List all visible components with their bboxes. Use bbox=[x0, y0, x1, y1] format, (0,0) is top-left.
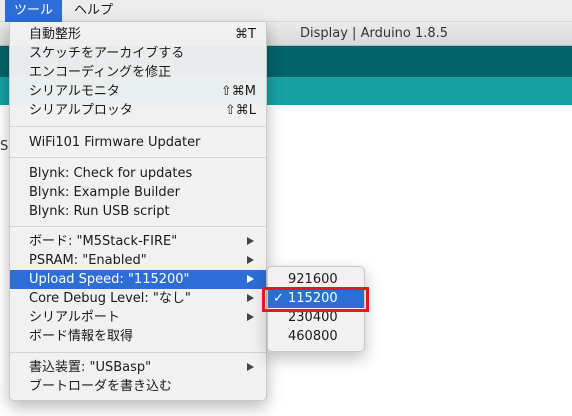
menu-item-label: シリアルプロッタ bbox=[29, 103, 133, 118]
menu-item-label: ブートローダを書き込む bbox=[29, 379, 173, 394]
menu-item-label: ボード情報を取得 bbox=[29, 329, 134, 344]
menu-item-label: 自動整形 bbox=[29, 27, 82, 42]
menu-item-label: スケッチをアーカイブする bbox=[29, 46, 185, 61]
menu-item-archive-sketch[interactable]: スケッチをアーカイブする bbox=[10, 44, 266, 63]
menu-item-auto-format[interactable]: 自動整形 ⌘T bbox=[10, 25, 266, 44]
menu-item-fix-encoding[interactable]: エンコーディングを修正 bbox=[10, 63, 266, 82]
menu-item-label: Upload Speed: "115200" bbox=[29, 272, 190, 287]
menu-item-board-info[interactable]: ボード情報を取得 bbox=[10, 327, 266, 346]
highlight-annotation bbox=[262, 287, 369, 312]
menu-item-programmer[interactable]: 書込装置: "USBasp" bbox=[10, 358, 266, 377]
menu-item-label: PSRAM: "Enabled" bbox=[29, 253, 147, 268]
menu-separator bbox=[10, 157, 266, 158]
shortcut-label: ⇧⌘L bbox=[224, 103, 256, 118]
tools-menu: 自動整形 ⌘T スケッチをアーカイブする エンコーディングを修正 シリアルモニタ… bbox=[9, 22, 267, 401]
menubar-item-tools[interactable]: ツール bbox=[5, 0, 63, 22]
window-title: Display | Arduino 1.8.5 bbox=[300, 26, 449, 41]
menu-item-blynk-run-usb[interactable]: Blynk: Run USB script bbox=[10, 202, 266, 221]
upload-speed-option[interactable]: 460800 bbox=[268, 327, 364, 346]
submenu-arrow-icon bbox=[247, 237, 254, 245]
submenu-arrow-icon bbox=[247, 363, 254, 371]
menu-item-blynk-example-builder[interactable]: Blynk: Example Builder bbox=[10, 183, 266, 202]
menu-item-core-debug-level[interactable]: Core Debug Level: "なし" bbox=[10, 289, 266, 308]
menu-item-serial-monitor[interactable]: シリアルモニタ ⇧⌘M bbox=[10, 82, 266, 101]
submenu-arrow-icon bbox=[247, 275, 254, 283]
option-label: 460800 bbox=[288, 329, 338, 344]
menu-item-psram[interactable]: PSRAM: "Enabled" bbox=[10, 251, 266, 270]
submenu-arrow-icon bbox=[247, 313, 254, 321]
menu-item-burn-bootloader[interactable]: ブートローダを書き込む bbox=[10, 377, 266, 396]
menu-item-upload-speed[interactable]: Upload Speed: "115200" bbox=[10, 270, 266, 289]
menu-item-label: ボード: "M5Stack-FIRE" bbox=[29, 234, 178, 249]
menu-item-label: 書込装置: "USBasp" bbox=[29, 360, 152, 375]
submenu-arrow-icon bbox=[247, 256, 254, 264]
option-label: 230400 bbox=[288, 310, 338, 325]
menu-item-board[interactable]: ボード: "M5Stack-FIRE" bbox=[10, 232, 266, 251]
menu-item-label: シリアルポート bbox=[29, 310, 120, 325]
menu-item-label: Blynk: Run USB script bbox=[29, 204, 170, 219]
menu-item-label: Blynk: Example Builder bbox=[29, 185, 181, 200]
menubar-item-help[interactable]: ヘルプ bbox=[65, 0, 122, 22]
shortcut-label: ⇧⌘M bbox=[220, 84, 256, 99]
menu-item-label: シリアルモニタ bbox=[29, 84, 120, 99]
menu-item-label: Core Debug Level: "なし" bbox=[29, 291, 191, 306]
shortcut-label: ⌘T bbox=[235, 27, 256, 42]
option-label: 921600 bbox=[288, 272, 338, 287]
menu-item-serial-plotter[interactable]: シリアルプロッタ ⇧⌘L bbox=[10, 101, 266, 120]
menu-item-label: WiFi101 Firmware Updater bbox=[29, 135, 201, 150]
menu-item-label: Blynk: Check for updates bbox=[29, 166, 193, 181]
menu-separator bbox=[10, 126, 266, 127]
menu-item-serial-port[interactable]: シリアルポート bbox=[10, 308, 266, 327]
menu-separator bbox=[10, 226, 266, 227]
editor-text: S bbox=[0, 139, 9, 154]
submenu-arrow-icon bbox=[247, 294, 254, 302]
menu-bar: ツール ヘルプ bbox=[0, 0, 572, 22]
menu-item-label: エンコーディングを修正 bbox=[29, 65, 172, 80]
menu-item-wifi101-updater[interactable]: WiFi101 Firmware Updater bbox=[10, 133, 266, 152]
menu-separator bbox=[10, 352, 266, 353]
menu-item-blynk-check-updates[interactable]: Blynk: Check for updates bbox=[10, 164, 266, 183]
